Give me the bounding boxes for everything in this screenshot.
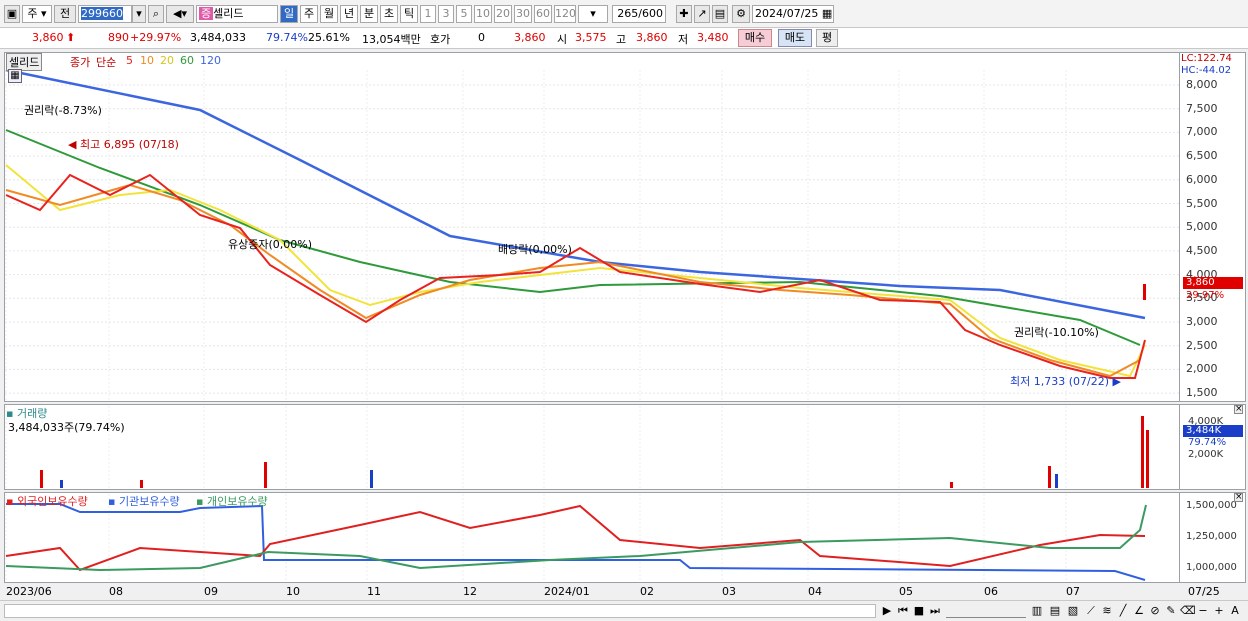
volume-bar [1048,466,1051,488]
rights-annotation-2: 권리락(-10.10%) [1014,326,1099,339]
legend-foreign: ▪ 외국인보유수량 [6,495,88,508]
rewind-icon[interactable]: ⏮ [896,604,910,618]
compare-icon[interactable]: ▧ [1066,604,1080,618]
trend-icon[interactable]: ⟋ [1084,604,1098,618]
rights-annotation-1: 권리락(-8.73%) [24,104,102,117]
legend-ma60: 60 [180,54,194,67]
price-tick: 3,000 [1186,315,1218,328]
font-icon[interactable]: A [1228,604,1242,618]
indicator-icon[interactable]: ▤ [1048,604,1062,618]
line-icon[interactable]: ╱ [1116,604,1130,618]
x-label-2024-01: 2024/01 [544,585,590,598]
volume-bar [264,462,267,488]
x-label-11: 11 [367,585,381,598]
price-tick: 2,000 [1186,362,1218,376]
legend-simple: 단순 [96,56,117,69]
volume-tag: 3,484K [1183,425,1243,437]
x-label-03: 03 [722,585,736,598]
x-label-09: 09 [204,585,218,598]
scroll-right-icon[interactable]: ▶ [880,604,894,618]
legend-ma5: 5 [126,54,133,67]
stop-icon[interactable]: ■ [912,604,926,618]
volume-bar [1055,474,1058,488]
hold-tick-1500000: 1,500,000 [1186,500,1237,511]
chart-type-icon[interactable]: ▥ [1030,604,1044,618]
legend-indiv: ▪ 개인보유수량 [196,495,268,508]
x-label-02: 02 [640,585,654,598]
lc-label: LC:122.74 [1181,53,1232,64]
price-tick: 7,000 [1186,125,1218,139]
zoom-in-icon[interactable]: + [1212,604,1226,618]
erase-icon[interactable]: ⌫ [1180,604,1196,618]
close-icon[interactable]: × [1234,405,1243,414]
vol-tick-2000: 2,000K [1188,449,1224,460]
magnet-icon[interactable]: ⊘ [1148,604,1162,618]
legend-close: 종가 [70,56,91,69]
price-tick: 8,000 [1186,78,1218,91]
price-chart-svg [5,68,1179,582]
bottom-toolbar: ▶ ⏮ ■ ⏭ ▥ ▤ ▧ ⟋ ≋ ╱ ∠ ⊘ ✎ ⌫ − + A [0,600,1248,621]
hold-tick-1000000: 1,000,000 [1186,562,1237,573]
legend-inst: ▪ 기관보유수량 [108,495,180,508]
price-tick: 4,500 [1186,243,1218,257]
x-label-04: 04 [808,585,822,598]
ma120-line [5,68,1146,320]
fib-icon[interactable]: ≋ [1100,604,1114,618]
volume-bar [370,470,373,488]
close-icon[interactable]: × [1234,493,1243,502]
x-label-06: 06 [984,585,998,598]
x-label-05: 05 [899,585,913,598]
dividend-annotation: 배당락(0,00%) [498,243,572,256]
capital-increase-annotation: 유상증자(0,00%) [228,238,313,251]
x-label-07: 07 [1066,585,1080,598]
volume-pct-tag: 79.74% [1188,437,1227,448]
x-label-12: 12 [463,585,477,598]
zoom-slider[interactable] [946,604,1026,618]
x-label-08: 08 [109,585,123,598]
price-tick: 2,500 [1186,338,1218,352]
price-tick: 5,500 [1186,196,1218,210]
pct-tag: 29.97% [1186,290,1225,301]
grid-icon[interactable]: ▦ [8,69,22,83]
volume-bar [60,480,63,488]
pen-icon[interactable]: ✎ [1164,604,1178,618]
volume-bar [950,482,953,488]
price-tick: 6,000 [1186,172,1218,186]
latest-candle [1143,284,1146,300]
hc-label: HC:-44.02 [1181,65,1232,76]
x-label-10: 10 [286,585,300,598]
price-tick: 7,500 [1186,101,1218,115]
fast-forward-icon[interactable]: ⏭ [928,604,942,618]
volume-bar [1146,430,1149,488]
legend-ma20: 20 [160,54,174,67]
price-tick: 6,500 [1186,149,1218,163]
legend-ma120: 120 [200,54,221,67]
price-tick: 5,000 [1186,220,1218,234]
volume-value-label: 3,484,033주(79.74%) [8,421,125,434]
price-tick: 1,500 [1186,386,1218,400]
x-label-right: 07/25 [1188,585,1220,598]
angle-icon[interactable]: ∠ [1132,604,1146,618]
x-label-2023-06: 2023/06 [6,585,52,598]
ma10-line [5,183,1141,378]
price-tag: 3,860 [1183,277,1243,289]
low-annotation: 최저 1,733 (07/22) ▶ [1010,375,1121,388]
volume-bar [1141,416,1144,488]
ma5-line [5,173,1146,379]
ma60-line [5,129,1141,346]
zoom-out-icon[interactable]: − [1196,604,1210,618]
volume-bar [140,480,143,488]
horizontal-scrollbar[interactable] [4,604,876,618]
hold-tick-1250000: 1,250,000 [1186,531,1237,542]
legend-ma10: 10 [140,54,154,67]
volume-bar [40,470,43,488]
high-annotation: ◀ 최고 6,895 (07/18) [68,138,179,151]
